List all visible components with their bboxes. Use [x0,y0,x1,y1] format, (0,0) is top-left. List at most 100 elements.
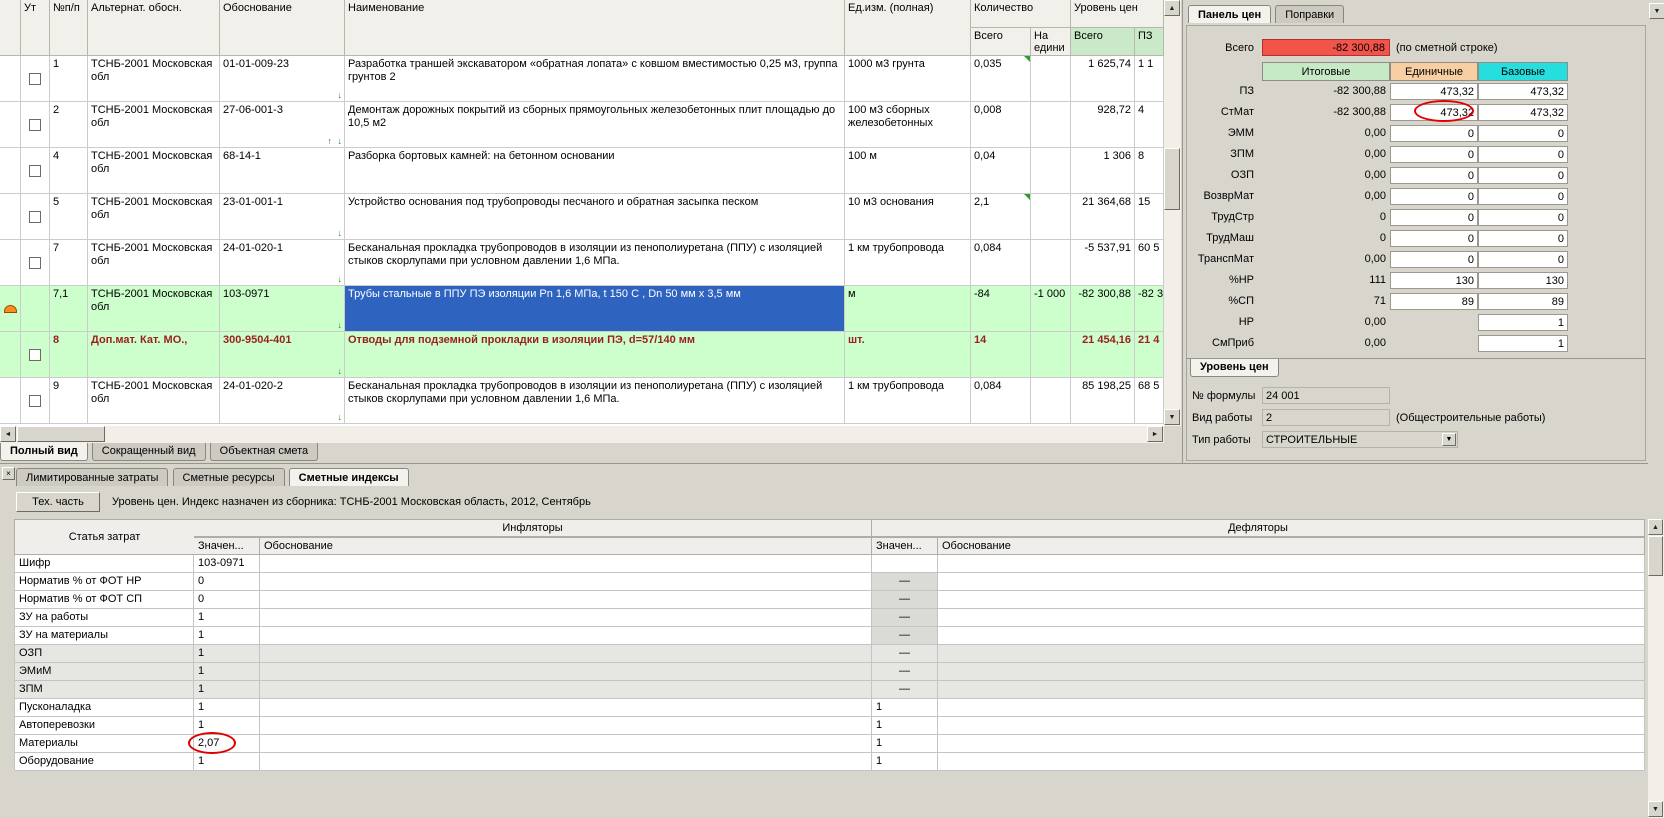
estimate-row[interactable]: 1ТСНБ-2001 Московская обл01-01-009-23↓Ра… [0,56,1164,102]
inflator-basis[interactable] [260,573,872,591]
scroll-right-button[interactable]: ► [1147,426,1163,442]
tab-estimate-resources[interactable]: Сметные ресурсы [173,468,285,486]
close-panel-button[interactable]: × [2,467,15,480]
deflator-value[interactable]: — [872,609,938,627]
deflator-value[interactable]: — [872,681,938,699]
inflator-value[interactable]: 2,07 [194,735,260,753]
price-base-value[interactable]: 0 [1478,251,1568,268]
inflator-value[interactable]: 1 [194,627,260,645]
vscroll-thumb[interactable] [1164,148,1180,210]
row-checkbox[interactable] [29,257,41,269]
row-name[interactable]: Разработка траншей экскаватором «обратна… [345,56,845,102]
price-base-value[interactable]: 1 [1478,314,1568,331]
row-checkbox[interactable] [29,395,41,407]
estimate-row[interactable]: 4ТСНБ-2001 Московская обл68-14-1Разборка… [0,148,1164,194]
deflator-value[interactable]: — [872,573,938,591]
deflator-basis[interactable] [938,627,1645,645]
deflator-basis[interactable] [938,645,1645,663]
price-unit-value[interactable]: 473,32 [1390,83,1478,100]
tab-limited-costs[interactable]: Лимитированные затраты [16,468,168,486]
deflator-basis[interactable] [938,699,1645,717]
row-name[interactable]: Устройство основания под трубопроводы пе… [345,194,845,240]
price-unit-value[interactable]: 0 [1390,209,1478,226]
estimate-row[interactable]: 9ТСНБ-2001 Московская обл24-01-020-2↓Бес… [0,378,1164,424]
price-base-value[interactable]: 1 [1478,335,1568,352]
deflator-basis[interactable] [938,609,1645,627]
inflator-value[interactable]: 1 [194,753,260,771]
price-base-value[interactable]: 89 [1478,293,1568,310]
tab-corrections[interactable]: Поправки [1275,5,1344,23]
deflator-value[interactable]: — [872,663,938,681]
row-checkbox[interactable] [29,165,41,177]
inflator-value[interactable]: 1 [194,699,260,717]
inflator-basis[interactable] [260,663,872,681]
inflator-basis[interactable] [260,753,872,771]
deflator-value[interactable]: 1 [872,699,938,717]
row-name[interactable]: Бесканальная прокладка трубопроводов в и… [345,240,845,286]
deflator-basis[interactable] [938,753,1645,771]
price-unit-value[interactable]: 0 [1390,146,1478,163]
inflator-basis[interactable] [260,735,872,753]
deflator-value[interactable]: — [872,591,938,609]
price-base-value[interactable]: 0 [1478,209,1568,226]
row-checkbox[interactable] [29,211,41,223]
scroll-up-button[interactable]: ▲ [1164,0,1180,16]
row-name[interactable]: Отводы для подземной прокладки в изоляци… [345,332,845,378]
deflator-value[interactable]: — [872,645,938,663]
row-name[interactable]: Демонтаж дорожных покрытий из сборных пр… [345,102,845,148]
scroll-down-button[interactable]: ▼ [1164,409,1180,425]
tab-short-view[interactable]: Сокращенный вид [92,443,206,461]
bottom-scroll-up-button[interactable]: ▲ [1648,519,1663,535]
price-base-value[interactable]: 473,32 [1478,83,1568,100]
price-unit-value[interactable]: 0 [1390,188,1478,205]
inflator-value[interactable]: 1 [194,609,260,627]
price-base-value[interactable]: 130 [1478,272,1568,289]
inflator-value[interactable]: 1 [194,717,260,735]
inflator-basis[interactable] [260,699,872,717]
row-checkbox[interactable] [29,73,41,85]
price-unit-value[interactable]: 0 [1390,167,1478,184]
inflator-value[interactable]: 0 [194,573,260,591]
row-checkbox[interactable] [29,349,41,361]
work-type-field[interactable]: СТРОИТЕЛЬНЫЕ ▼ [1262,431,1458,448]
row-checkbox[interactable] [29,119,41,131]
price-base-value[interactable]: 0 [1478,125,1568,142]
price-unit-value[interactable]: 0 [1390,251,1478,268]
dropdown-arrow-icon[interactable]: ▼ [1442,433,1456,446]
estimate-row[interactable]: 7ТСНБ-2001 Московская обл24-01-020-1↓Бес… [0,240,1164,286]
scroll-left-button[interactable]: ◄ [0,426,16,442]
hscroll-thumb[interactable] [17,426,105,442]
formula-field[interactable]: 24 001 [1262,387,1390,404]
deflator-basis[interactable] [938,555,1645,573]
tab-object-estimate[interactable]: Объектная смета [210,443,319,461]
inflator-value[interactable]: 1 [194,645,260,663]
price-unit-value[interactable] [1390,335,1478,352]
row-name[interactable]: Бесканальная прокладка трубопроводов в и… [345,378,845,424]
row-name[interactable]: Трубы стальные в ППУ ПЭ изоляции Pn 1,6 … [345,286,845,332]
deflator-basis[interactable] [938,663,1645,681]
inflator-value[interactable]: 0 [194,591,260,609]
bottom-scroll-down-button[interactable]: ▼ [1648,801,1663,817]
deflator-value[interactable] [872,555,938,573]
price-base-value[interactable]: 0 [1478,188,1568,205]
deflator-basis[interactable] [938,735,1645,753]
inflator-basis[interactable] [260,681,872,699]
inflator-value[interactable]: 1 [194,663,260,681]
bottom-vscroll-thumb[interactable] [1648,536,1663,576]
tech-part-button[interactable]: Тех. часть [16,492,100,512]
inflator-basis[interactable] [260,645,872,663]
deflator-basis[interactable] [938,681,1645,699]
price-unit-value[interactable]: 473,32 [1390,104,1478,121]
price-unit-value[interactable]: 0 [1390,125,1478,142]
price-base-value[interactable]: 0 [1478,146,1568,163]
vertical-splitter[interactable] [1182,0,1183,463]
tab-estimate-indexes[interactable]: Сметные индексы [289,468,409,486]
tab-price-level[interactable]: Уровень цен [1190,359,1279,377]
row-name[interactable]: Разборка бортовых камней: на бетонном ос… [345,148,845,194]
inflator-basis[interactable] [260,627,872,645]
deflator-basis[interactable] [938,573,1645,591]
work-kind-field[interactable]: 2 [1262,409,1390,426]
inflator-value[interactable]: 103-0971 [194,555,260,573]
price-base-value[interactable]: 0 [1478,230,1568,247]
estimate-row[interactable]: 8Доп.мат. Кат. МО.,300-9504-401↓Отводы д… [0,332,1164,378]
